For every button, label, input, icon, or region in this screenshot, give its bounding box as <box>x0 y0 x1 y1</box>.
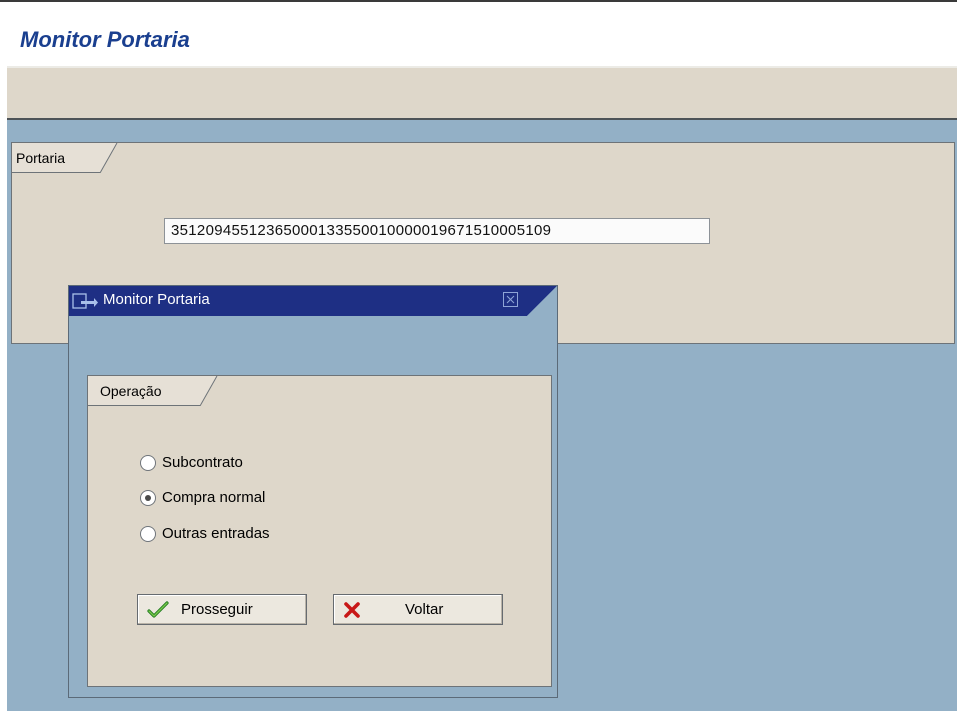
radio-option-outras-entradas[interactable]: Outras entradas <box>140 525 270 542</box>
group-tab-slant <box>200 376 218 406</box>
work-area: Portaria 3512094551236500013355001000001… <box>7 120 957 711</box>
voltar-button[interactable]: Voltar <box>333 594 503 625</box>
group-tab-slant <box>100 143 118 173</box>
portaria-value-field[interactable]: 3512094551236500013355001000001967151000… <box>164 218 710 244</box>
radio-label: Outras entradas <box>162 525 270 542</box>
page-title: Monitor Portaria <box>20 27 190 52</box>
monitor-portaria-dialog: Monitor Portaria Operação Subcontrato Co… <box>68 285 558 698</box>
radio-option-subcontrato[interactable]: Subcontrato <box>140 454 243 471</box>
radio-label: Compra normal <box>162 489 266 506</box>
portaria-group-tab: Portaria <box>12 143 118 173</box>
operacao-group: Operação Subcontrato Compra normal Outra… <box>87 375 552 687</box>
prosseguir-button[interactable]: Prosseguir <box>137 594 307 625</box>
radio-button[interactable] <box>140 454 156 471</box>
radio-button[interactable] <box>140 525 156 542</box>
portaria-group-label: Portaria <box>12 143 100 173</box>
dialog-title: Monitor Portaria <box>103 291 210 308</box>
close-icon[interactable] <box>503 292 518 307</box>
window-icon <box>72 293 98 309</box>
radio-label: Subcontrato <box>162 454 243 471</box>
radio-button-selected[interactable] <box>140 489 156 506</box>
cancel-x-icon <box>343 601 361 619</box>
application-toolbar <box>7 68 957 120</box>
checkmark-icon <box>147 600 169 619</box>
app-title-bar: Monitor Portaria <box>0 0 957 66</box>
voltar-label: Voltar <box>405 601 444 618</box>
radio-option-compra-normal[interactable]: Compra normal <box>140 489 265 506</box>
operacao-group-label: Operação <box>88 376 200 406</box>
dialog-title-bar[interactable]: Monitor Portaria <box>69 286 557 316</box>
prosseguir-label: Prosseguir <box>181 601 253 618</box>
operacao-group-tab: Operação <box>88 376 218 406</box>
